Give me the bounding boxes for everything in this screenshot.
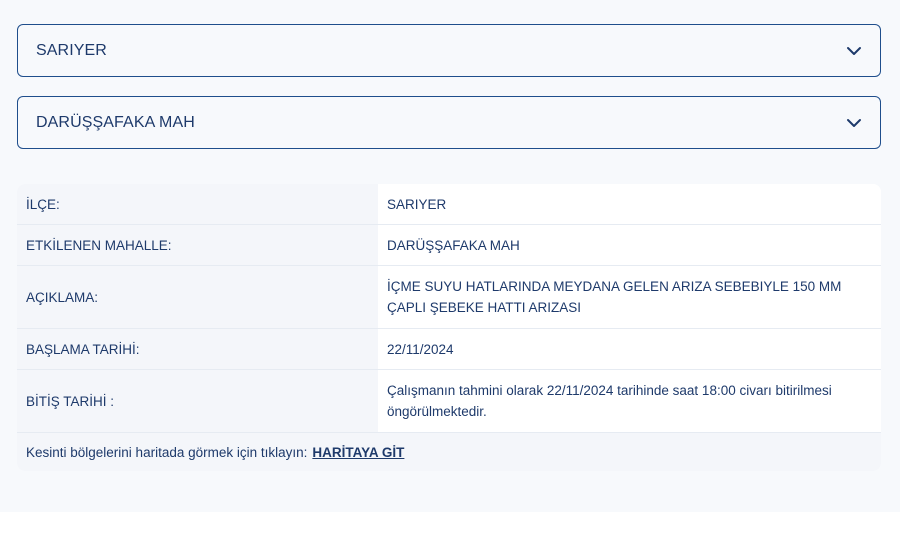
- row-label: AÇIKLAMA:: [17, 266, 378, 328]
- table-row: İLÇE: SARIYER: [17, 184, 881, 225]
- row-value: DARÜŞŞAFAKA MAH: [378, 225, 881, 265]
- row-label: İLÇE:: [17, 184, 378, 224]
- row-value: SARIYER: [378, 184, 881, 224]
- chevron-down-icon: [846, 115, 862, 131]
- table-row: BİTİŞ TARİHİ : Çalışmanın tahmini olarak…: [17, 370, 881, 433]
- row-value: İÇME SUYU HATLARINDA MEYDANA GELEN ARIZA…: [378, 266, 881, 328]
- table-row: ETKİLENEN MAHALLE: DARÜŞŞAFAKA MAH: [17, 225, 881, 266]
- outage-panel: SARIYER DARÜŞŞAFAKA MAH İLÇE: SARIYER ET…: [0, 0, 900, 512]
- row-label: ETKİLENEN MAHALLE:: [17, 225, 378, 265]
- chevron-down-icon: [846, 43, 862, 59]
- map-link-row: Kesinti bölgelerini haritada görmek için…: [17, 433, 881, 471]
- row-label: BİTİŞ TARİHİ :: [17, 370, 378, 432]
- row-label: BAŞLAMA TARİHİ:: [17, 329, 378, 369]
- district-select-value: SARIYER: [36, 41, 107, 59]
- map-link-text: Kesinti bölgelerini haritada görmek için…: [26, 444, 308, 460]
- district-select[interactable]: SARIYER: [17, 24, 881, 77]
- row-value: 22/11/2024: [378, 329, 881, 369]
- map-link[interactable]: HARİTAYA GİT: [312, 445, 404, 460]
- neighborhood-select-value: DARÜŞŞAFAKA MAH: [36, 113, 195, 131]
- row-value: Çalışmanın tahmini olarak 22/11/2024 tar…: [378, 370, 881, 432]
- neighborhood-select[interactable]: DARÜŞŞAFAKA MAH: [17, 96, 881, 149]
- table-row: AÇIKLAMA: İÇME SUYU HATLARINDA MEYDANA G…: [17, 266, 881, 329]
- outage-details-table: İLÇE: SARIYER ETKİLENEN MAHALLE: DARÜŞŞA…: [17, 184, 881, 471]
- table-row: BAŞLAMA TARİHİ: 22/11/2024: [17, 329, 881, 370]
